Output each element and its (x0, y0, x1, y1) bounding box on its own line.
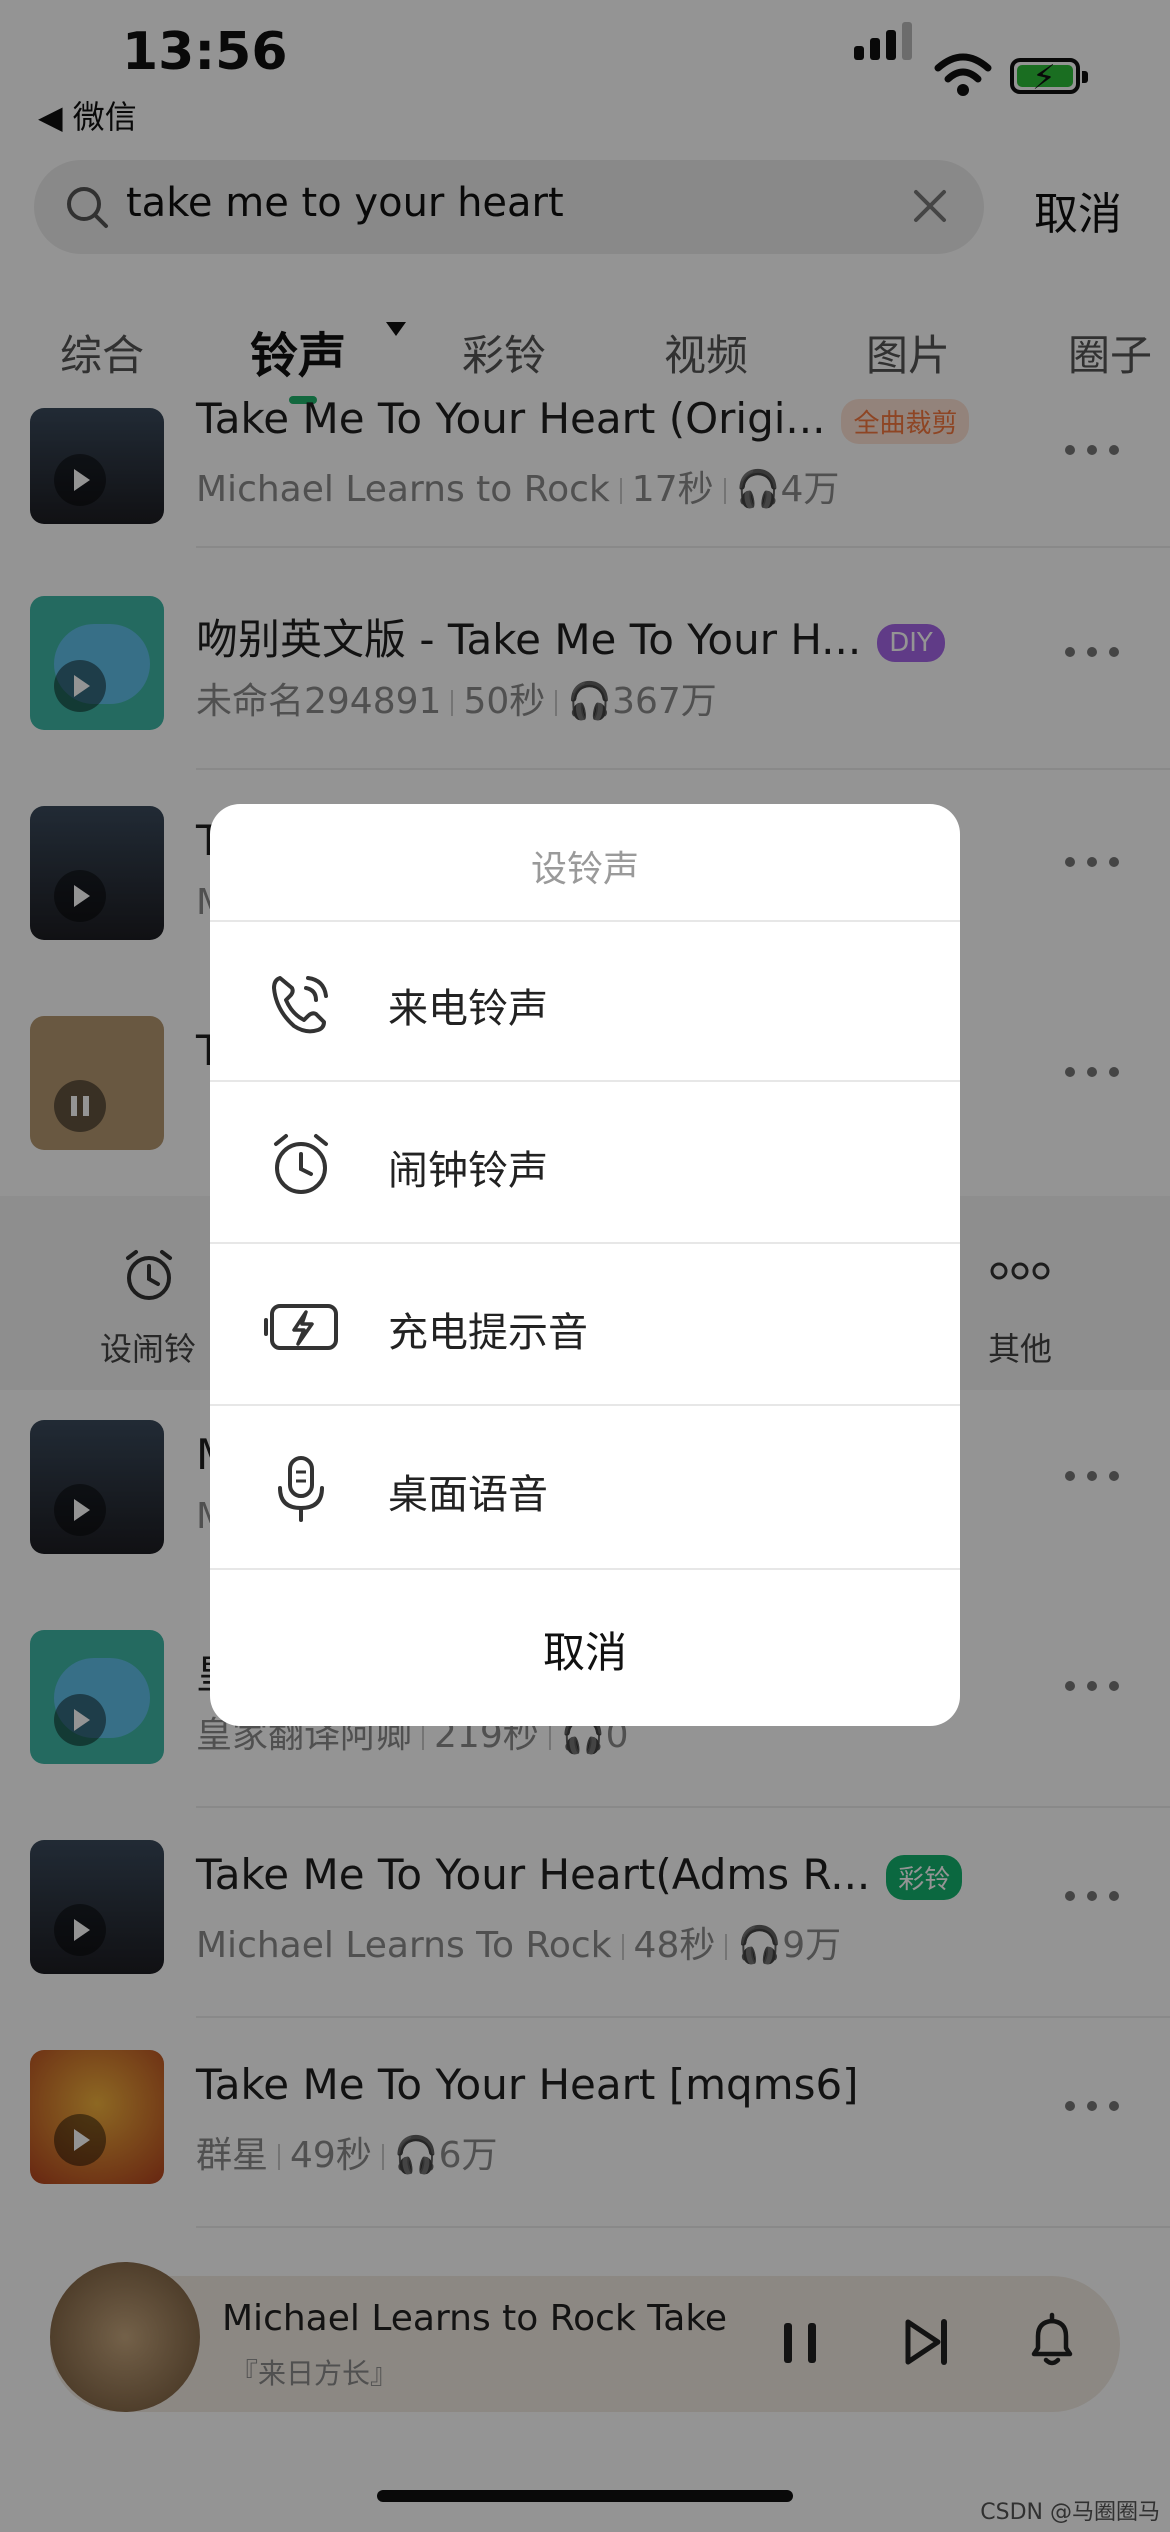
option-label: 桌面语音 (388, 1472, 548, 1518)
microphone-icon (278, 1456, 324, 1522)
sheet-cancel-button[interactable]: 取消 (210, 1580, 960, 1726)
option-desktop-voice[interactable]: 桌面语音 (210, 1406, 960, 1566)
battery-charging-icon (264, 1304, 338, 1350)
set-ringtone-sheet: 设铃声 来电铃声 闹钟铃声 充电提示音 桌面语音 取消 (210, 804, 960, 1726)
option-label: 来电铃声 (388, 986, 548, 1032)
option-label: 闹钟铃声 (388, 1148, 548, 1194)
option-charging-sound[interactable]: 充电提示音 (210, 1244, 960, 1404)
option-call-ringtone[interactable]: 来电铃声 (210, 920, 960, 1080)
option-label: 充电提示音 (388, 1310, 588, 1356)
phone-ringing-icon (272, 976, 328, 1034)
alarm-clock-icon (274, 1134, 328, 1194)
option-alarm-ringtone[interactable]: 闹钟铃声 (210, 1082, 960, 1242)
sheet-title: 设铃声 (530, 849, 639, 890)
